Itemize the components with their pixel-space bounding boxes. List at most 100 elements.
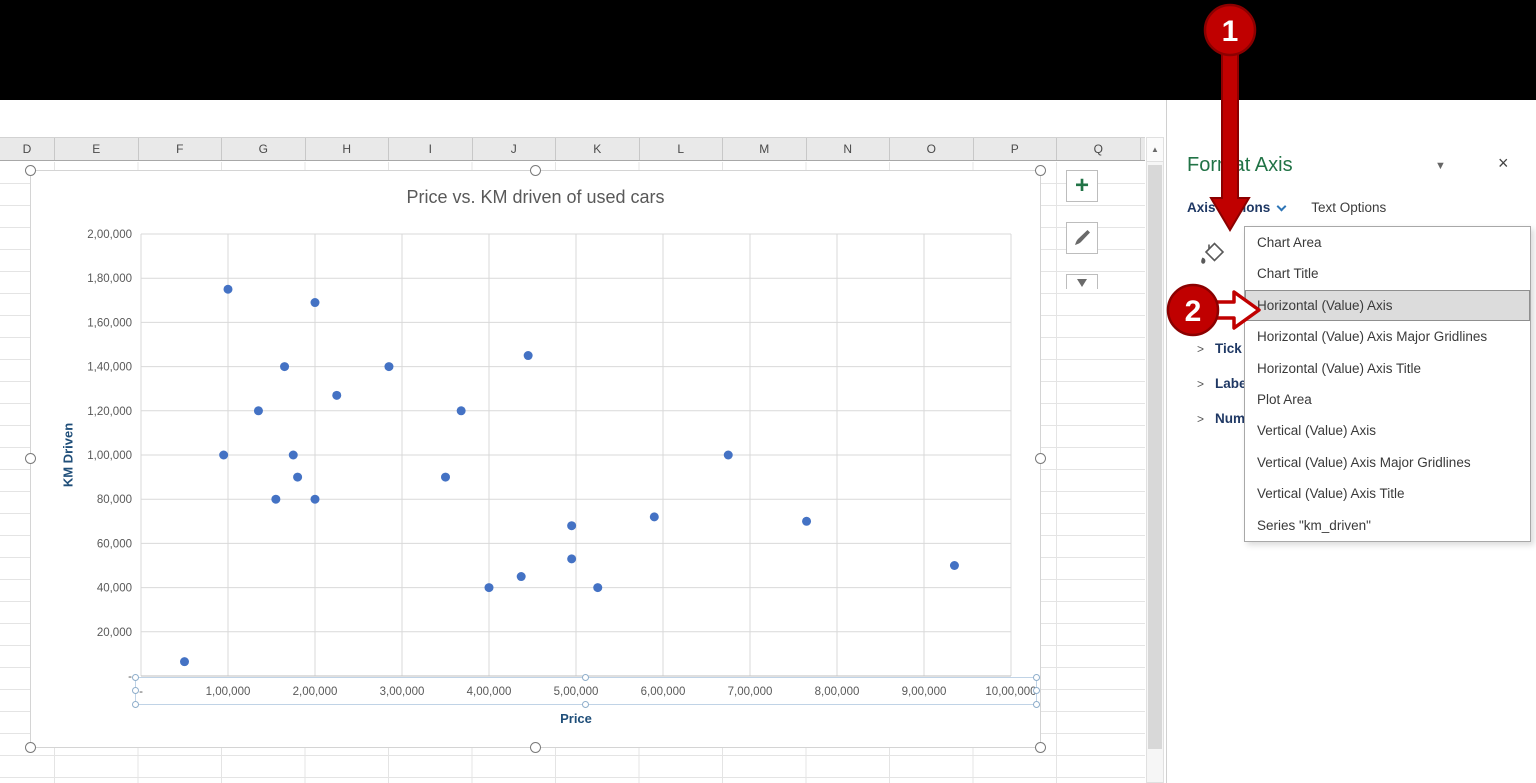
- chart-resize-handle[interactable]: [25, 453, 36, 464]
- selection-handle[interactable]: [1033, 674, 1040, 681]
- column-header-D[interactable]: D: [0, 138, 55, 160]
- column-header-G[interactable]: G: [222, 138, 306, 160]
- pane-close-icon[interactable]: ×: [1498, 153, 1509, 174]
- top-banner: [0, 0, 1536, 100]
- funnel-icon: [1077, 279, 1087, 287]
- dropdown-item[interactable]: Horizontal (Value) Axis: [1245, 290, 1530, 321]
- y-tick-label: 60,000: [97, 538, 132, 550]
- chart-resize-handle[interactable]: [1035, 453, 1046, 464]
- dropdown-item[interactable]: Chart Area: [1245, 227, 1530, 258]
- scatter-point[interactable]: [280, 362, 289, 371]
- y-tick-label: 1,20,000: [87, 406, 132, 418]
- selection-handle[interactable]: [1033, 701, 1040, 708]
- chevron-down-icon[interactable]: [1277, 201, 1287, 211]
- dropdown-item[interactable]: Vertical (Value) Axis Title: [1245, 478, 1530, 509]
- dropdown-item[interactable]: Vertical (Value) Axis Major Gridlines: [1245, 447, 1530, 478]
- dropdown-item[interactable]: Vertical (Value) Axis: [1245, 415, 1530, 446]
- column-header-H[interactable]: H: [306, 138, 390, 160]
- chart[interactable]: Price vs. KM driven of used cars -1,00,0…: [30, 170, 1041, 748]
- dropdown-item[interactable]: Series "km_driven": [1245, 510, 1530, 541]
- column-header-E[interactable]: E: [55, 138, 139, 160]
- pane-tabs: Axis Options Text Options: [1187, 200, 1386, 215]
- y-tick-label: 2,00,000: [87, 229, 132, 241]
- axis-options-dropdown: Chart AreaChart TitleHorizontal (Value) …: [1244, 226, 1531, 542]
- column-header-I[interactable]: I: [389, 138, 473, 160]
- selection-handle[interactable]: [582, 674, 589, 681]
- scatter-point[interactable]: [485, 583, 494, 592]
- x-axis-title[interactable]: Price: [560, 711, 592, 726]
- format-axis-pane: Format Axis ▼ × Axis Options Text Option…: [1166, 100, 1536, 783]
- scatter-point[interactable]: [567, 521, 576, 530]
- y-tick-label: 80,000: [97, 494, 132, 506]
- scatter-point[interactable]: [457, 406, 466, 415]
- column-header-L[interactable]: L: [640, 138, 724, 160]
- scatter-point[interactable]: [311, 298, 320, 307]
- dropdown-item[interactable]: Plot Area: [1245, 384, 1530, 415]
- chevron-right-icon[interactable]: >: [1197, 377, 1215, 391]
- scatter-point[interactable]: [384, 362, 393, 371]
- tab-text-options[interactable]: Text Options: [1311, 200, 1386, 215]
- y-tick-label: 1,00,000: [87, 450, 132, 462]
- column-header-Q[interactable]: Q: [1057, 138, 1141, 160]
- pane-options-caret-icon[interactable]: ▼: [1435, 160, 1446, 172]
- chart-styles-button[interactable]: [1066, 222, 1098, 254]
- tab-axis-options[interactable]: Axis Options: [1187, 200, 1270, 215]
- scrollbar-thumb[interactable]: [1148, 165, 1162, 749]
- selection-handle[interactable]: [132, 701, 139, 708]
- dropdown-item[interactable]: Chart Title: [1245, 258, 1530, 289]
- scatter-point[interactable]: [332, 391, 341, 400]
- scatter-plot: -1,00,0002,00,0003,00,0004,00,0005,00,00…: [31, 171, 1042, 749]
- scatter-point[interactable]: [311, 495, 320, 504]
- selection-handle[interactable]: [1033, 687, 1040, 694]
- x-axis-selection-box[interactable]: [135, 677, 1037, 705]
- scatter-point[interactable]: [524, 351, 533, 360]
- chevron-right-icon[interactable]: >: [1197, 412, 1215, 426]
- column-header-N[interactable]: N: [807, 138, 891, 160]
- column-header-M[interactable]: M: [723, 138, 807, 160]
- selection-handle[interactable]: [132, 687, 139, 694]
- selection-handle[interactable]: [582, 701, 589, 708]
- scatter-point[interactable]: [950, 561, 959, 570]
- scatter-point[interactable]: [180, 657, 189, 666]
- paint-bucket-icon[interactable]: [1197, 238, 1227, 268]
- y-axis-title[interactable]: KM Driven: [61, 423, 76, 487]
- chevron-right-icon[interactable]: >: [1197, 307, 1215, 321]
- dropdown-item[interactable]: Horizontal (Value) Axis Title: [1245, 353, 1530, 384]
- scatter-point[interactable]: [567, 554, 576, 563]
- scatter-point[interactable]: [517, 572, 526, 581]
- chart-resize-handle[interactable]: [1035, 742, 1046, 753]
- column-header-row: DEFGHIJKLMNOPQ: [0, 137, 1145, 161]
- scatter-point[interactable]: [289, 451, 298, 460]
- chart-filters-button[interactable]: [1066, 274, 1098, 289]
- column-header-F[interactable]: F: [139, 138, 223, 160]
- chart-resize-handle[interactable]: [25, 742, 36, 753]
- scatter-point[interactable]: [219, 451, 228, 460]
- vertical-scrollbar[interactable]: ▲: [1146, 137, 1164, 783]
- dropdown-item[interactable]: Horizontal (Value) Axis Major Gridlines: [1245, 321, 1530, 352]
- column-header-K[interactable]: K: [556, 138, 640, 160]
- column-header-J[interactable]: J: [473, 138, 557, 160]
- column-header-O[interactable]: O: [890, 138, 974, 160]
- pane-title: Format Axis: [1187, 154, 1293, 177]
- y-tick-label: 1,40,000: [87, 362, 132, 374]
- scatter-point[interactable]: [254, 406, 263, 415]
- add-chart-elements-button[interactable]: +: [1066, 170, 1098, 202]
- scatter-point[interactable]: [441, 473, 450, 482]
- selection-handle[interactable]: [132, 674, 139, 681]
- plus-icon: +: [1075, 174, 1089, 198]
- chart-resize-handle[interactable]: [25, 165, 36, 176]
- scroll-up-button[interactable]: ▲: [1147, 138, 1163, 162]
- chevron-right-icon[interactable]: >: [1197, 342, 1215, 356]
- scatter-point[interactable]: [802, 517, 811, 526]
- scatter-point[interactable]: [224, 285, 233, 294]
- chart-resize-handle[interactable]: [1035, 165, 1046, 176]
- scatter-point[interactable]: [593, 583, 602, 592]
- scatter-point[interactable]: [724, 451, 733, 460]
- scatter-point[interactable]: [271, 495, 280, 504]
- chart-resize-handle[interactable]: [530, 165, 541, 176]
- column-header-P[interactable]: P: [974, 138, 1058, 160]
- scatter-point[interactable]: [650, 512, 659, 521]
- chart-button-stack: +: [1066, 170, 1100, 309]
- scatter-point[interactable]: [293, 473, 302, 482]
- chart-resize-handle[interactable]: [530, 742, 541, 753]
